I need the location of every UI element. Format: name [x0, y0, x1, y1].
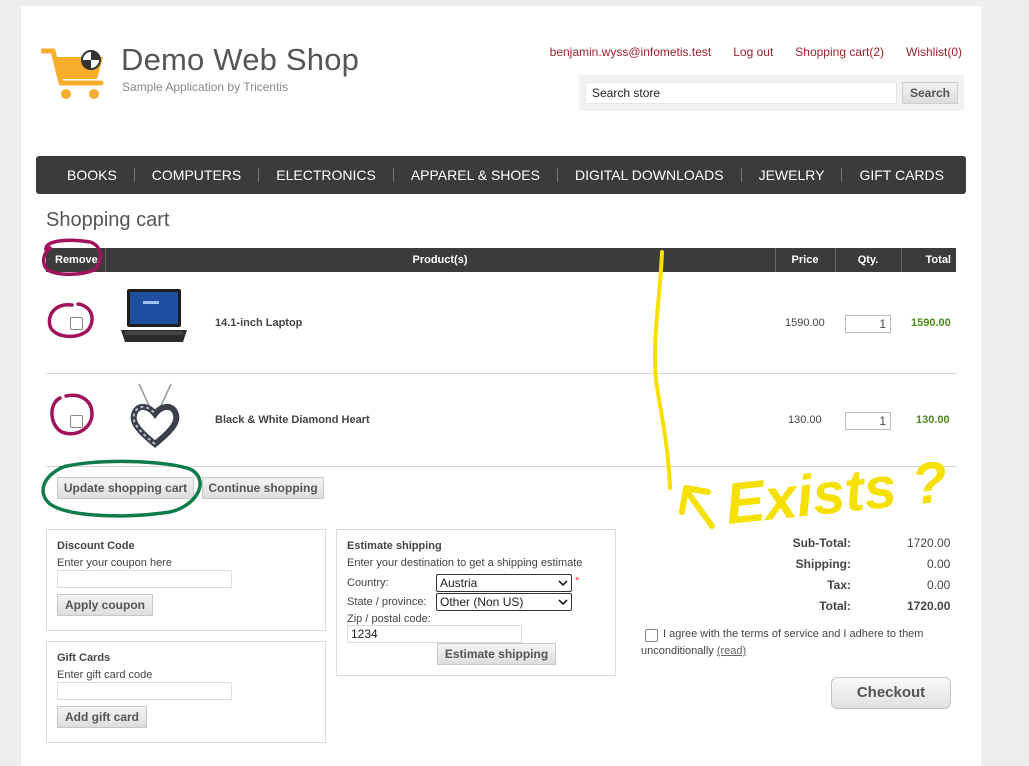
column-products: Product(s): [412, 254, 468, 266]
column-price: Price: [791, 254, 819, 266]
gift-card-box: Gift Cards Enter gift card code Add gift…: [46, 641, 326, 743]
account-email-link[interactable]: benjamin.wyss@infometis.test: [550, 45, 712, 59]
column-remove: Remove: [55, 254, 98, 266]
checkout-button[interactable]: Checkout: [831, 677, 951, 709]
discount-title: Discount Code: [57, 540, 135, 552]
shipping-hint: Enter your destination to get a shipping…: [347, 557, 583, 569]
chevron-down-icon: [558, 599, 568, 606]
page-title: Shopping cart: [46, 209, 170, 231]
zip-input[interactable]: 1234: [347, 625, 522, 643]
brand-title[interactable]: Demo Web Shop: [121, 42, 359, 78]
search-button[interactable]: Search: [902, 82, 958, 104]
nav-computers[interactable]: COMPUTERS: [135, 156, 258, 194]
gift-card-title: Gift Cards: [57, 652, 111, 664]
state-value: Other (Non US): [440, 595, 524, 609]
required-mark: *: [575, 575, 580, 587]
column-total: Total: [925, 254, 951, 266]
line-total: 1590.00: [911, 317, 951, 329]
country-label: Country:: [347, 577, 389, 589]
cart-table-header: Remove Product(s) Price Qty. Total: [46, 248, 956, 272]
nav-digital-downloads[interactable]: DIGITAL DOWNLOADS: [558, 156, 741, 194]
top-menu: BOOKS COMPUTERS ELECTRONICS APPAREL & SH…: [36, 156, 966, 194]
page-container: Demo Web Shop Sample Application by Tric…: [21, 6, 981, 766]
row-divider: [46, 373, 956, 374]
shipping-value: 0.00: [927, 557, 951, 571]
subtotal-value: 1720.00: [907, 536, 951, 550]
estimate-shipping-button[interactable]: Estimate shipping: [437, 643, 556, 665]
terms-text-block: I agree with the terms of service and I …: [641, 626, 941, 660]
add-gift-card-button[interactable]: Add gift card: [57, 706, 147, 728]
product-name-link[interactable]: Black & White Diamond Heart: [215, 414, 370, 426]
wishlist-link[interactable]: Wishlist(0): [906, 45, 962, 59]
unit-price: 130.00: [788, 414, 822, 426]
logout-link[interactable]: Log out: [733, 45, 773, 59]
chevron-down-icon: [558, 580, 568, 587]
gift-card-input[interactable]: [57, 682, 232, 700]
shipping-title: Estimate shipping: [347, 540, 442, 552]
terms-read-link[interactable]: (read): [717, 645, 746, 657]
brand-subtitle: Sample Application by Tricentis: [122, 80, 289, 94]
tax-label: Tax:: [827, 578, 851, 592]
product-name-link[interactable]: 14.1-inch Laptop: [215, 317, 302, 329]
search-box: Search store Search: [579, 75, 964, 111]
header-links: benjamin.wyss@infometis.test Log out Sho…: [550, 45, 962, 59]
nav-jewelry[interactable]: JEWELRY: [742, 156, 842, 194]
continue-shopping-button[interactable]: Continue shopping: [202, 477, 324, 499]
row-divider: [46, 466, 956, 467]
terms-text: I agree with the terms of service and I …: [641, 628, 924, 657]
shipping-label: Shipping:: [795, 557, 851, 571]
order-total-label: Total:: [819, 599, 851, 613]
coupon-code-input[interactable]: [57, 570, 232, 588]
nav-gift-cards[interactable]: GIFT CARDS: [842, 156, 961, 194]
quantity-input[interactable]: 1: [845, 412, 891, 430]
apply-coupon-button[interactable]: Apply coupon: [57, 594, 153, 616]
state-label: State / province:: [347, 596, 427, 608]
discount-hint: Enter your coupon here: [57, 557, 172, 569]
remove-checkbox[interactable]: [70, 415, 83, 428]
discount-box: Discount Code Enter your coupon here App…: [46, 529, 326, 631]
unit-price: 1590.00: [785, 317, 825, 329]
remove-checkbox[interactable]: [70, 317, 83, 330]
tax-value: 0.00: [927, 578, 951, 592]
shopping-cart-link[interactable]: Shopping cart(2): [795, 45, 884, 59]
country-value: Austria: [440, 576, 478, 590]
state-select[interactable]: Other (Non US): [436, 593, 572, 611]
estimate-shipping-box: Estimate shipping Enter your destination…: [336, 529, 616, 676]
gift-card-hint: Enter gift card code: [57, 669, 153, 681]
country-select[interactable]: Austria: [436, 574, 572, 592]
quantity-input[interactable]: 1: [845, 315, 891, 333]
update-cart-button[interactable]: Update shopping cart: [57, 477, 194, 499]
heart-pendant-image[interactable]: [127, 382, 183, 448]
cart-logo-icon[interactable]: [41, 43, 107, 105]
subtotal-label: Sub-Total:: [792, 536, 851, 550]
nav-electronics[interactable]: ELECTRONICS: [259, 156, 393, 194]
line-total: 130.00: [916, 414, 950, 426]
laptop-image[interactable]: [119, 286, 189, 346]
column-qty: Qty.: [857, 254, 879, 266]
nav-apparel-shoes[interactable]: APPAREL & SHOES: [394, 156, 557, 194]
order-total-value: 1720.00: [907, 599, 951, 613]
zip-label: Zip / postal code:: [347, 613, 431, 625]
nav-books[interactable]: BOOKS: [50, 156, 134, 194]
search-input[interactable]: Search store: [585, 82, 897, 104]
